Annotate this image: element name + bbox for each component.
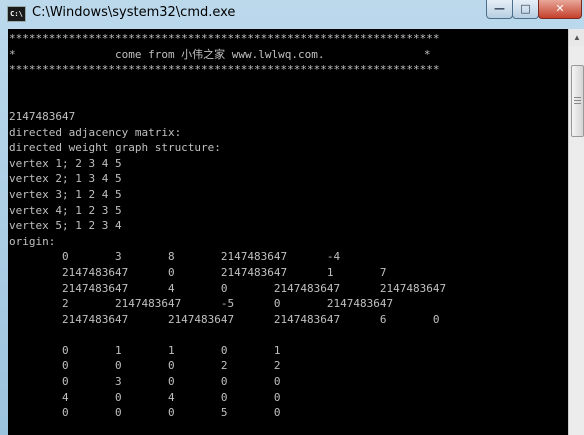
console-output-area[interactable]: ****************************************… bbox=[8, 29, 568, 435]
scroll-thumb[interactable] bbox=[571, 65, 584, 137]
console-text: ****************************************… bbox=[9, 32, 447, 420]
title-bar[interactable]: C:\ C:\Windows\system32\cmd.exe — □ ✕ bbox=[0, 0, 584, 28]
cmd-window: C:\ C:\Windows\system32\cmd.exe — □ ✕ **… bbox=[0, 0, 584, 435]
thumb-grip-line bbox=[574, 103, 581, 104]
window-title: C:\Windows\system32\cmd.exe bbox=[32, 5, 236, 20]
maximize-button[interactable]: □ bbox=[512, 0, 539, 19]
vertical-scrollbar[interactable]: ▲ bbox=[568, 29, 584, 435]
scroll-up-arrow-icon[interactable]: ▲ bbox=[569, 29, 584, 46]
minimize-button[interactable]: — bbox=[486, 0, 513, 19]
cmd-app-icon[interactable]: C:\ bbox=[7, 6, 26, 22]
thumb-grip-line bbox=[574, 100, 581, 101]
thumb-grip-line bbox=[574, 97, 581, 98]
close-button[interactable]: ✕ bbox=[538, 0, 582, 19]
